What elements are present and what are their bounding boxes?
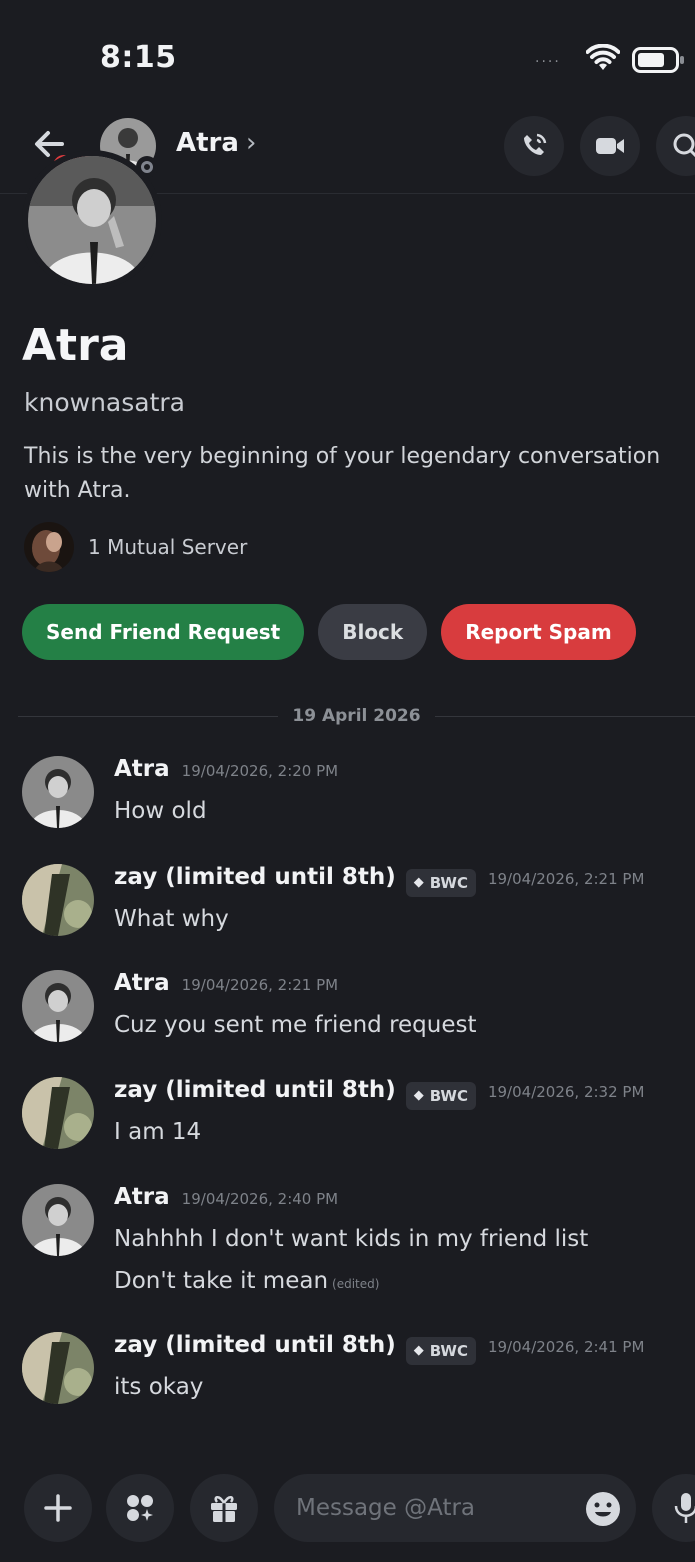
gem-icon: ◆ bbox=[413, 1088, 424, 1103]
message-timestamp: 19/04/2026, 2:32 PM bbox=[487, 1083, 645, 1101]
battery-icon bbox=[632, 47, 684, 73]
message-text: I am 14 bbox=[114, 1119, 202, 1145]
message-header: Atra 19/04/2026, 2:20 PM bbox=[114, 756, 338, 782]
date-divider-label: 19 April 2026 bbox=[292, 706, 421, 726]
avatar[interactable] bbox=[22, 756, 94, 828]
message-timestamp: 19/04/2026, 2:40 PM bbox=[181, 1190, 339, 1208]
date-divider: 19 April 2026 bbox=[18, 702, 695, 730]
message-header: Atra 19/04/2026, 2:40 PM bbox=[114, 1184, 338, 1210]
mutual-servers[interactable]: 1 Mutual Server bbox=[24, 522, 247, 572]
message-timestamp: 19/04/2026, 2:21 PM bbox=[181, 976, 339, 994]
video-camera-icon bbox=[596, 138, 624, 154]
message-timestamp: 19/04/2026, 2:41 PM bbox=[487, 1338, 645, 1356]
message-header: zay (limited until 8th) ◆ BWC 19/04/2026,… bbox=[114, 864, 645, 897]
message-author[interactable]: Atra bbox=[114, 756, 170, 782]
divider-line bbox=[434, 715, 695, 717]
search-icon bbox=[673, 133, 695, 158]
server-tag-badge[interactable]: ◆ BWC bbox=[405, 868, 476, 897]
server-tag-badge[interactable]: ◆ BWC bbox=[405, 1336, 476, 1365]
message-composer bbox=[0, 1462, 695, 1562]
add-attachment-button[interactable] bbox=[24, 1474, 92, 1542]
status-time: 8:15 bbox=[100, 40, 177, 75]
message-author[interactable]: Atra bbox=[114, 970, 170, 996]
message-author[interactable]: zay (limited until 8th) bbox=[114, 1332, 396, 1358]
apps-button[interactable] bbox=[106, 1474, 174, 1542]
gift-button[interactable] bbox=[190, 1474, 258, 1542]
divider-line bbox=[18, 715, 279, 717]
wifi-icon bbox=[586, 44, 620, 70]
profile-actions: Send Friend Request Block Report Spam bbox=[22, 604, 636, 660]
conversation-intro: This is the very beginning of your legen… bbox=[24, 444, 661, 503]
avatar[interactable] bbox=[22, 1184, 94, 1256]
microphone-icon bbox=[674, 1493, 695, 1523]
profile-username: knownasatra bbox=[24, 388, 185, 417]
message-header: zay (limited until 8th) ◆ BWC 19/04/2026,… bbox=[114, 1332, 645, 1365]
message-header: zay (limited until 8th) ◆ BWC 19/04/2026,… bbox=[114, 1077, 645, 1110]
profile-display-name: Atra bbox=[22, 320, 129, 371]
gem-icon: ◆ bbox=[413, 1343, 424, 1358]
search-button[interactable] bbox=[656, 116, 695, 176]
message-input[interactable] bbox=[274, 1474, 636, 1542]
server-tag-badge[interactable]: ◆ BWC bbox=[405, 1081, 476, 1110]
block-button[interactable]: Block bbox=[318, 604, 428, 660]
video-call-button[interactable] bbox=[580, 116, 640, 176]
voice-message-button[interactable] bbox=[652, 1474, 695, 1542]
server-tag-label: BWC bbox=[429, 1086, 468, 1105]
avatar[interactable] bbox=[22, 864, 94, 936]
gift-icon bbox=[211, 1496, 237, 1522]
server-tag-label: BWC bbox=[429, 873, 468, 892]
chevron-right-icon[interactable]: › bbox=[246, 128, 256, 158]
avatar[interactable] bbox=[22, 1332, 94, 1404]
profile-avatar[interactable] bbox=[22, 150, 162, 290]
apps-icon bbox=[127, 1495, 153, 1521]
emoji-icon[interactable] bbox=[584, 1490, 622, 1528]
header-title[interactable]: Atra bbox=[176, 128, 239, 158]
message-text: Cuz you sent me friend request bbox=[114, 1012, 477, 1038]
message-author[interactable]: zay (limited until 8th) bbox=[114, 1077, 396, 1103]
message-text: How old bbox=[114, 798, 207, 824]
signal-icon: .... bbox=[535, 50, 561, 66]
message-text-content: Don't take it mean bbox=[114, 1268, 329, 1294]
server-icon bbox=[24, 522, 74, 572]
status-bar: 8:15 .... bbox=[0, 0, 695, 110]
plus-icon bbox=[44, 1494, 72, 1522]
voice-call-button[interactable] bbox=[504, 116, 564, 176]
phone-call-icon bbox=[524, 133, 547, 155]
avatar[interactable] bbox=[22, 970, 94, 1042]
gem-icon: ◆ bbox=[413, 875, 424, 890]
edited-label: (edited) bbox=[332, 1277, 380, 1291]
message-text: What why bbox=[114, 906, 229, 932]
message-author[interactable]: Atra bbox=[114, 1184, 170, 1210]
report-spam-button[interactable]: Report Spam bbox=[441, 604, 636, 660]
message-text: Don't take it mean (edited) bbox=[114, 1268, 379, 1294]
message-timestamp: 19/04/2026, 2:20 PM bbox=[181, 762, 339, 780]
message-text: its okay bbox=[114, 1374, 204, 1400]
mutual-servers-label: 1 Mutual Server bbox=[88, 535, 248, 559]
message-author[interactable]: zay (limited until 8th) bbox=[114, 864, 396, 890]
message-text: Nahhhh I don't want kids in my friend li… bbox=[114, 1226, 589, 1252]
avatar[interactable] bbox=[22, 1077, 94, 1149]
send-friend-request-button[interactable]: Send Friend Request bbox=[22, 604, 305, 660]
message-header: Atra 19/04/2026, 2:21 PM bbox=[114, 970, 338, 996]
server-tag-label: BWC bbox=[429, 1341, 468, 1360]
message-timestamp: 19/04/2026, 2:21 PM bbox=[487, 870, 645, 888]
